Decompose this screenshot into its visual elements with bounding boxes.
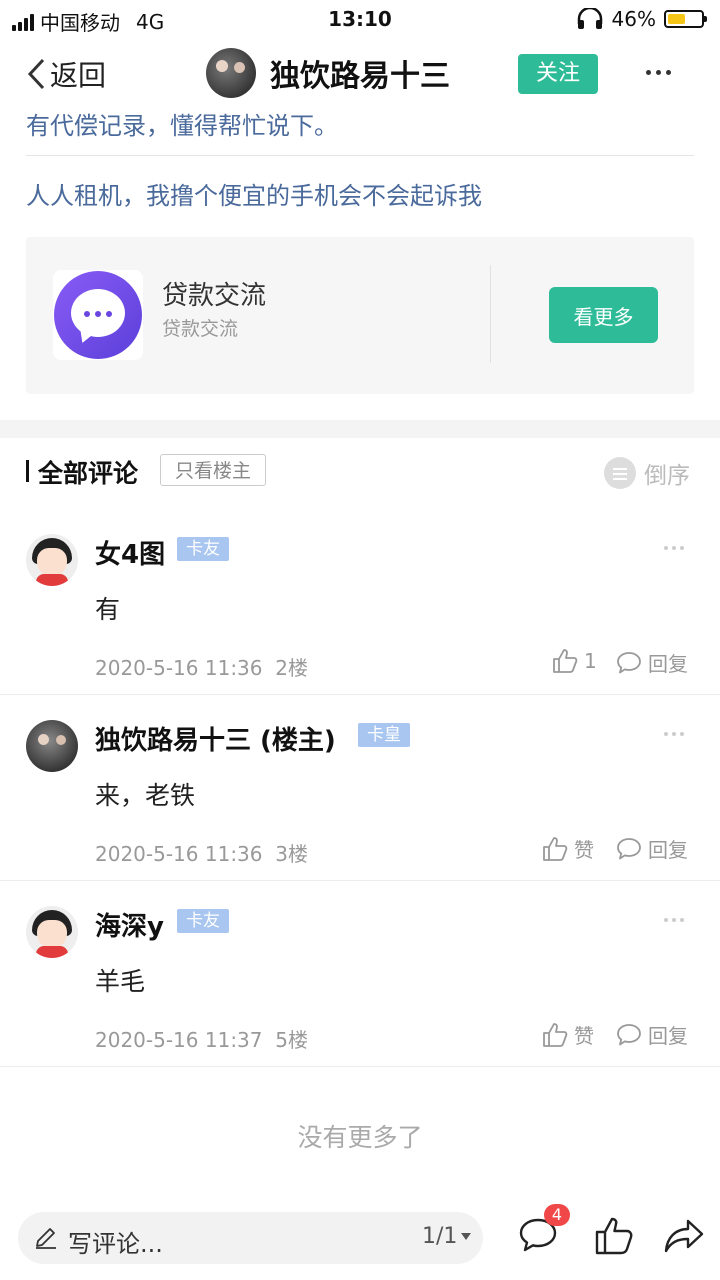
comment-text: 羊毛 (95, 967, 146, 996)
divider (26, 155, 694, 156)
like-label: 赞 (574, 838, 594, 862)
more-options-icon[interactable] (646, 70, 671, 75)
like-label: 1 (584, 649, 597, 673)
back-label: 返回 (50, 59, 107, 92)
group-subtitle: 贷款交流 (162, 318, 239, 340)
user-badge: 卡友 (177, 909, 229, 933)
comment-meta: 2020-5-16 11:36 3楼 (95, 838, 308, 867)
like-button[interactable]: 赞 (542, 834, 594, 863)
reply-button[interactable]: 回复 (616, 648, 688, 677)
speech-bubble-icon (617, 1023, 641, 1045)
battery-percent: 46% (611, 7, 656, 31)
comment-input[interactable]: 写评论... 1/1 (18, 1212, 483, 1264)
comment-time: 2020-5-16 11:36 (95, 656, 263, 680)
comment-text: 来，老铁 (95, 781, 196, 810)
headphones-icon (577, 8, 602, 29)
page-title: 独饮路易十三 (270, 59, 450, 94)
comment-more-icon[interactable] (664, 546, 684, 550)
status-right: 46% (576, 7, 707, 31)
comments-title: 全部评论 (38, 459, 139, 488)
post-link[interactable]: 人人租机，我撸个便宜的手机会不会起诉我 (26, 176, 482, 211)
comment-time: 2020-5-16 11:36 (95, 842, 263, 866)
pencil-icon (36, 1228, 56, 1249)
sort-toggle[interactable]: 倒序 (604, 456, 690, 490)
like-label: 赞 (574, 1024, 594, 1048)
comment-placeholder: 写评论... (68, 1230, 163, 1258)
comment-more-icon[interactable] (664, 732, 684, 736)
avatar[interactable] (26, 534, 78, 586)
user-badge: 卡皇 (358, 723, 410, 747)
sort-label: 倒序 (644, 463, 690, 489)
bottom-bar: 写评论... 1/1 4 (0, 1194, 720, 1280)
post-partial-text[interactable]: 有代偿记录，懂得帮忙说下。 (26, 108, 338, 141)
back-button[interactable]: 返回 (26, 54, 106, 94)
page-indicator: 1/1 (422, 1224, 458, 1249)
group-name: 贷款交流 (162, 281, 267, 311)
section-gap (0, 420, 720, 438)
comment-time: 2020-5-16 11:37 (95, 1028, 263, 1052)
thumbs-up-icon (543, 1022, 568, 1047)
group-icon-wrap (53, 270, 143, 360)
thumbs-up-icon (553, 649, 578, 673)
reply-button[interactable]: 回复 (616, 1020, 688, 1049)
no-more-text: 没有更多了 (297, 1123, 423, 1152)
comment-count-badge: 4 (544, 1204, 570, 1226)
see-more-button[interactable]: 看更多 (549, 287, 658, 343)
follow-button[interactable]: 关注 (518, 54, 598, 94)
battery-icon (664, 10, 707, 28)
user-badge: 卡友 (177, 537, 229, 561)
share-icon[interactable] (664, 1218, 704, 1254)
avatar[interactable] (26, 906, 78, 958)
comment-floor: 2楼 (275, 656, 308, 680)
chevron-left-icon (27, 58, 45, 90)
comment-author[interactable]: 独饮路易十三 (楼主) (95, 720, 336, 757)
author-avatar[interactable] (206, 48, 256, 98)
only-op-button[interactable]: 只看楼主 (160, 454, 266, 486)
comment-more-icon[interactable] (664, 918, 684, 922)
comment-item: 海深y 卡友 羊毛 2020-5-16 11:37 5楼 赞 回复 (0, 880, 720, 1067)
comment-author[interactable]: 女4图 (95, 534, 165, 571)
comment-item: 女4图 卡友 有 2020-5-16 11:36 2楼 1 回复 (0, 508, 720, 695)
sort-icon (604, 457, 636, 489)
nav-bar: 返回 独饮路易十三 关注 (0, 40, 720, 108)
post-partial-clip: 有代偿记录，懂得帮忙说下。 (0, 108, 720, 148)
thumbs-up-icon (543, 836, 568, 861)
status-bar: 中国移动 4G 13:10 46% (0, 0, 720, 40)
comments-header: 全部评论 只看楼主 倒序 (0, 438, 720, 508)
chat-bubble-icon (54, 271, 142, 359)
like-button[interactable]: 赞 (542, 1020, 594, 1049)
group-card[interactable]: 贷款交流 贷款交流 看更多 (26, 237, 694, 394)
comment-text: 有 (95, 595, 121, 624)
group-separator (490, 265, 491, 363)
comment-floor: 3楼 (275, 842, 308, 866)
caret-down-icon (461, 1233, 472, 1240)
reply-label: 回复 (648, 1024, 688, 1048)
comment-author[interactable]: 海深y (95, 906, 164, 943)
section-marker (26, 460, 29, 482)
nav-author[interactable]: 独饮路易十三 (206, 48, 450, 98)
thumbs-up-icon[interactable] (594, 1216, 634, 1256)
reply-label: 回复 (648, 838, 688, 862)
page-selector[interactable]: 1/1 (422, 1224, 472, 1249)
comment-meta: 2020-5-16 11:36 2楼 (95, 652, 308, 681)
comment-meta: 2020-5-16 11:37 5楼 (95, 1024, 308, 1053)
reply-button[interactable]: 回复 (616, 834, 688, 863)
comment-floor: 5楼 (275, 1028, 308, 1052)
speech-bubble-icon (617, 651, 641, 673)
avatar[interactable] (26, 720, 78, 772)
like-button[interactable]: 1 (552, 648, 597, 674)
reply-label: 回复 (648, 652, 688, 676)
comment-item: 独饮路易十三 (楼主) 卡皇 来，老铁 2020-5-16 11:36 3楼 赞… (0, 694, 720, 881)
speech-bubble-icon (617, 837, 641, 859)
